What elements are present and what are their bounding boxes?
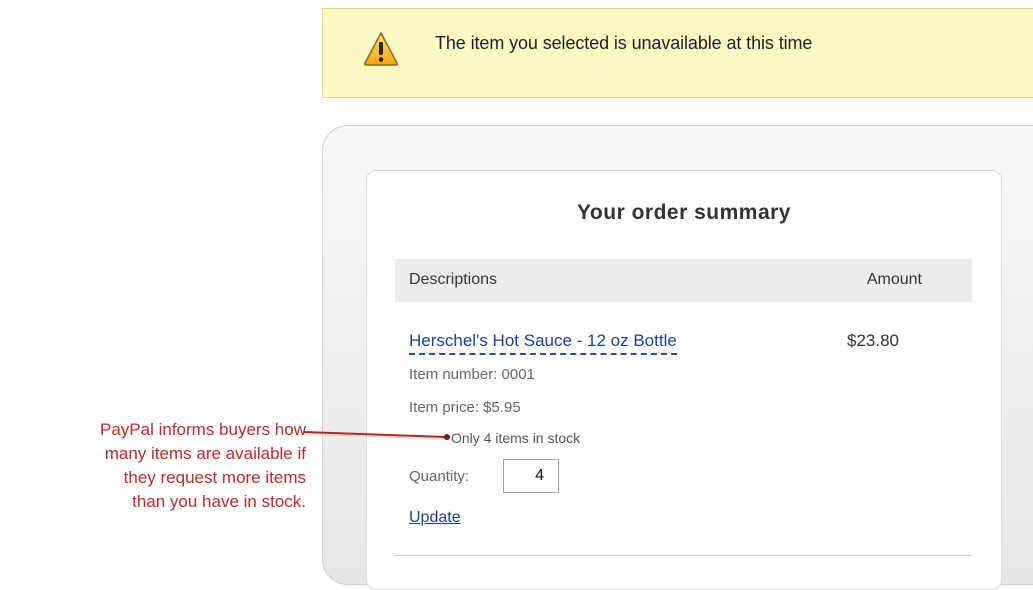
order-table-header: Descriptions Amount [395, 259, 972, 302]
callout-line-3: they request more items [123, 468, 306, 487]
callout-line-1: PayPal informs buyers how [100, 420, 306, 439]
update-link[interactable]: Update [409, 509, 461, 527]
quantity-label: Quantity: [409, 468, 470, 485]
item-name-link[interactable]: Herschel's Hot Sauce - 12 oz Bottle [409, 331, 677, 355]
callout-line-2: many items are available if [104, 444, 306, 463]
quantity-input[interactable] [503, 459, 559, 493]
item-price: Item price: $5.95 [409, 399, 521, 416]
order-summary-card: Your order summary Descriptions Amount H… [366, 170, 1002, 590]
item-amount: $23.80 [847, 331, 899, 350]
descriptions-column-header: Descriptions [409, 271, 498, 288]
callout-line-4: than you have in stock. [132, 492, 306, 511]
stock-availability-note: Only 4 items in stock [451, 430, 581, 446]
warning-message: The item you selected is unavailable at … [435, 33, 813, 53]
warning-banner: The item you selected is unavailable at … [322, 8, 1033, 98]
callout-annotation: PayPal informs buyers how many items are… [0, 418, 306, 514]
amount-column-header: Amount [866, 271, 922, 288]
warning-triangle-icon [363, 32, 399, 66]
order-summary-title: Your order summary [576, 201, 791, 224]
item-number: Item number: 0001 [409, 366, 535, 383]
